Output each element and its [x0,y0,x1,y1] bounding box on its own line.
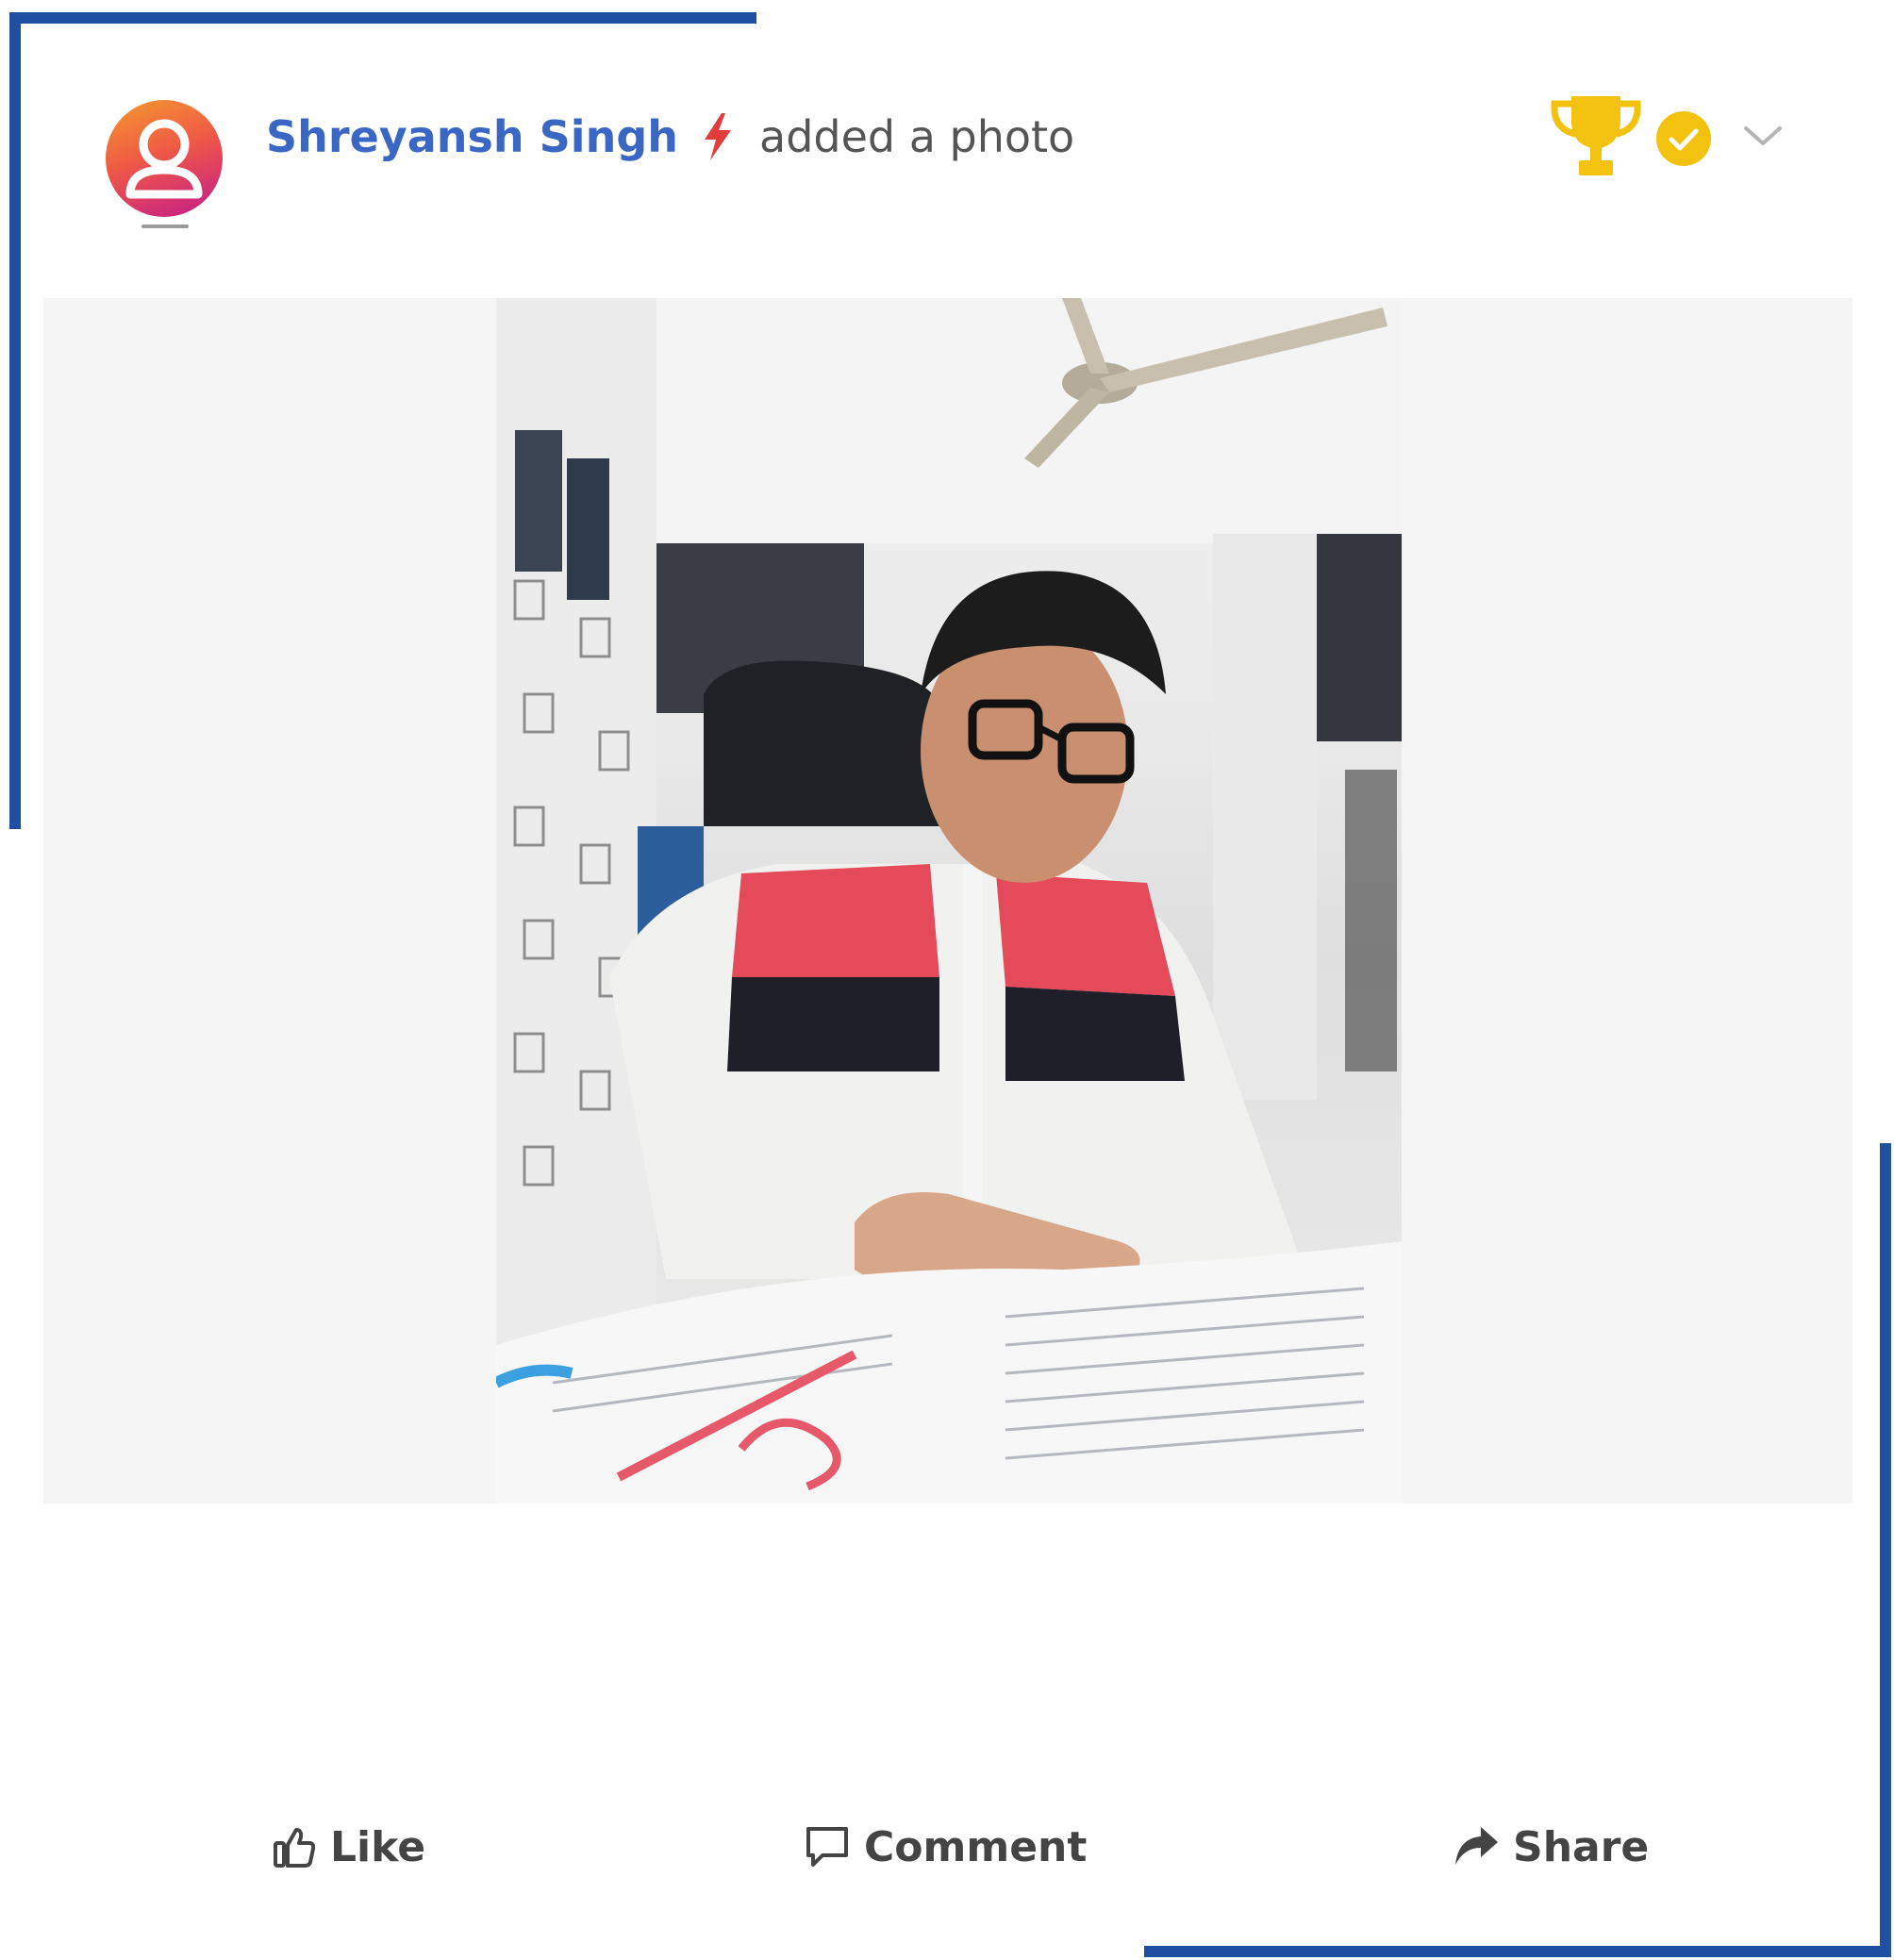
share-arrow-icon [1455,1827,1498,1865]
comment-icon [806,1827,848,1867]
trophy-icon [1547,92,1645,179]
post-header: Shreyansh Singh added a photo [266,99,1074,174]
comment-button[interactable]: Comment [804,1820,1087,1873]
avatar-underline [141,224,189,228]
share-button[interactable]: Share [1453,1820,1649,1873]
author-name-link[interactable]: Shreyansh Singh [266,111,678,162]
frame-line-top [9,12,756,24]
like-button[interactable]: Like [272,1820,425,1873]
lightning-bolt-icon [701,113,735,160]
post-photo[interactable] [496,298,1402,1503]
frame-line-left [9,12,21,829]
post-action-text: added a photo [759,111,1075,162]
user-avatar-icon[interactable] [106,100,223,217]
verified-check-icon [1655,110,1712,167]
frame-line-bottom [1144,1946,1891,1957]
comment-label: Comment [864,1822,1088,1871]
share-label: Share [1513,1822,1650,1871]
like-label: Like [330,1822,426,1871]
chevron-down-icon[interactable] [1740,121,1786,151]
frame-line-right [1880,1143,1891,1956]
thumbs-up-icon [274,1828,316,1868]
post-card: Shreyansh Singh added a photo Like Comme… [0,0,1894,1960]
